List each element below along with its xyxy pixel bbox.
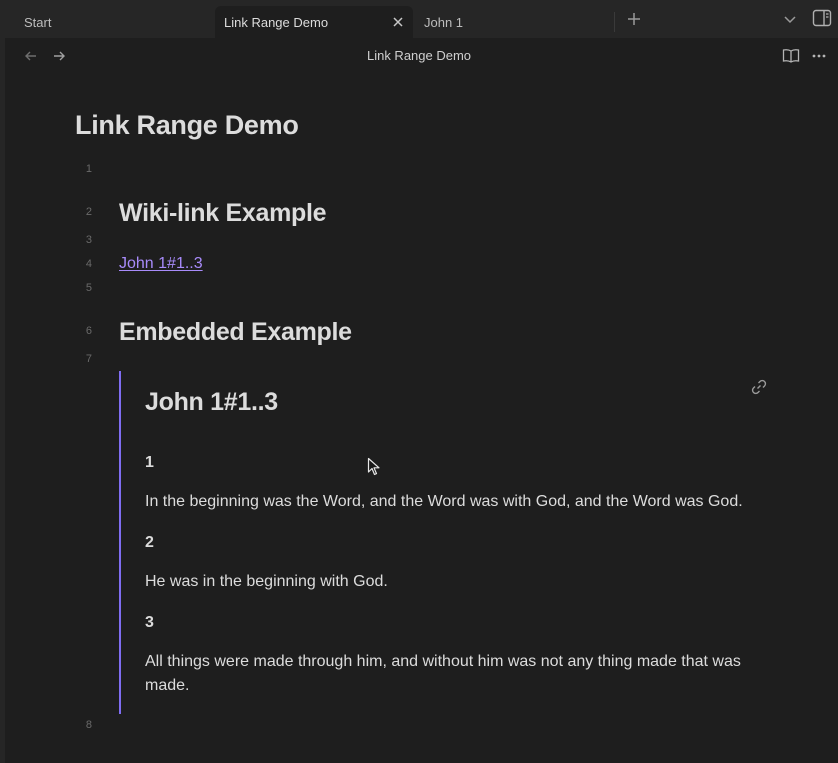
view-header-title[interactable]: Link Range Demo [0,48,838,63]
open-link-icon[interactable] [750,378,768,396]
tab-label: Start [24,14,52,30]
line-number: 6 [85,325,92,337]
line-number: 7 [85,353,92,365]
tab-john-1[interactable]: John 1 [414,6,614,38]
chevron-down-icon[interactable] [780,9,800,29]
verse-text: He was in the beginning with God. [145,573,388,590]
verse-number: 3 [145,614,154,631]
tab-start[interactable]: Start [14,6,210,38]
reading-view-icon[interactable] [781,46,801,66]
embed-title: John 1#1..3 [145,388,278,416]
line-number: 4 [85,258,92,270]
heading-embedded-example[interactable]: Embedded Example [119,318,352,347]
tab-label: John 1 [424,14,464,30]
mouse-cursor-icon [367,457,381,482]
line-number: 1 [85,163,92,175]
verse-number: 1 [145,454,154,471]
line-number: 2 [85,206,92,218]
sidebar-toggle-icon[interactable] [811,8,833,28]
heading-wiki-link-example[interactable]: Wiki-link Example [119,199,327,228]
wiki-link[interactable]: John 1#1..3 [119,255,203,273]
line-number: 3 [85,234,92,246]
more-options-icon[interactable] [809,46,829,66]
verse-text: In the beginning was the Word, and the W… [145,493,743,510]
tab-divider [614,12,615,32]
line-number: 8 [85,719,92,731]
tab-bar: Start Link Range Demo John 1 [0,0,838,38]
verse-text: All things were made through him, and wi… [145,653,741,694]
close-tab-icon[interactable] [391,15,405,29]
left-edge [0,38,5,763]
tab-label: Link Range Demo [224,14,329,30]
inline-title[interactable]: Link Range Demo [75,110,299,141]
tab-link-range-demo[interactable]: Link Range Demo [215,6,413,38]
new-tab-icon[interactable] [624,9,644,29]
verse-number: 2 [145,534,154,551]
line-number: 5 [85,282,92,294]
